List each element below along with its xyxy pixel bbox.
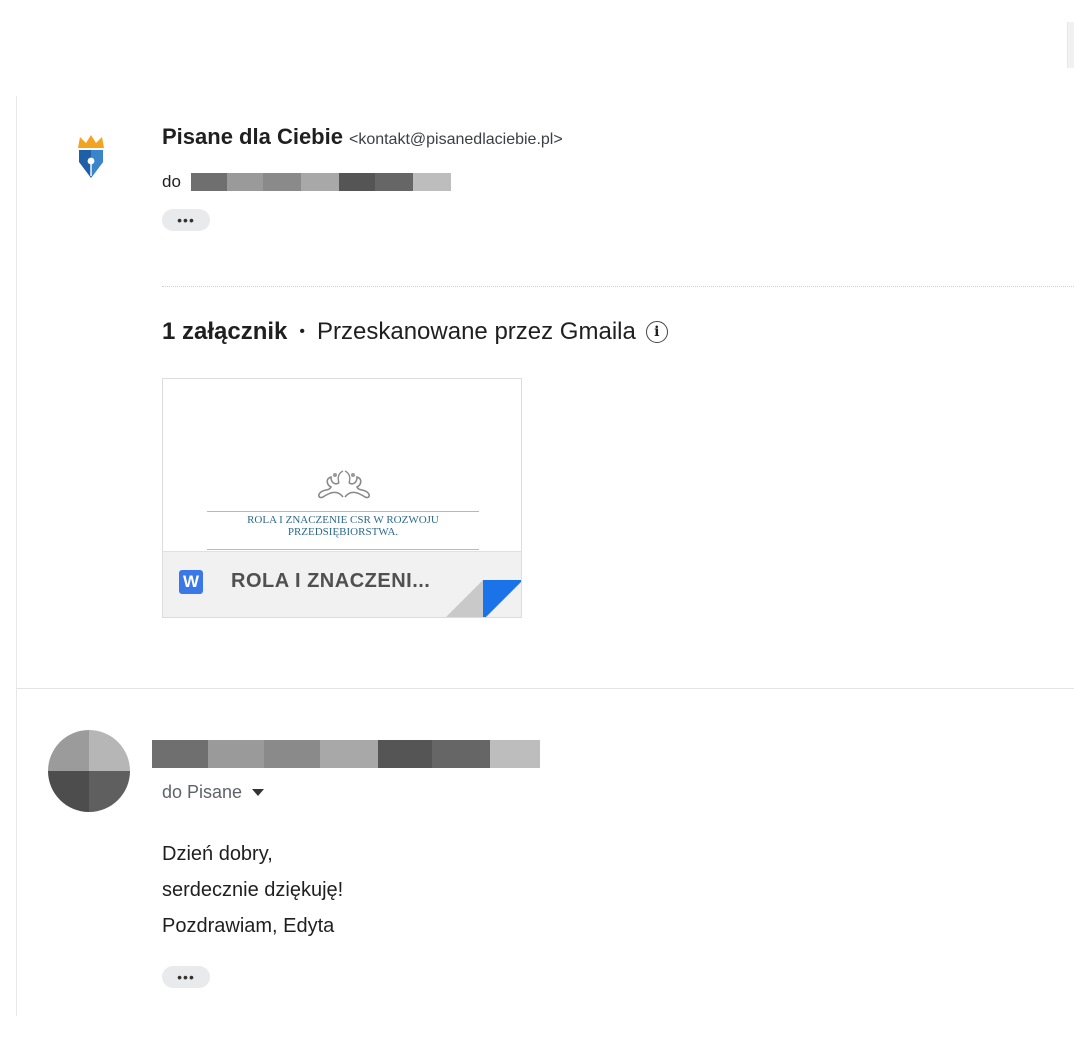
separator-dot: •	[299, 323, 306, 340]
message-separator	[16, 688, 1074, 689]
word-file-icon: W	[179, 570, 203, 594]
info-icon[interactable]: i	[645, 321, 668, 343]
attachments-separator	[162, 286, 1074, 287]
doc-rule-bottom	[207, 549, 479, 550]
message-body: Dzień dobry, serdecznie dziękuję! Pozdra…	[162, 836, 343, 944]
caret-down-icon	[252, 789, 265, 796]
recipient-label: do Pisane	[162, 782, 243, 802]
attachments-header: 1 załącznik • Przeskanowane przez Gmaila…	[162, 318, 668, 346]
body-line: Pozdrawiam, Edyta	[162, 915, 335, 937]
thread-left-rule	[16, 96, 17, 1016]
sender-email: <kontakt@pisanedlaciebie.pl>	[348, 131, 563, 148]
recipient-prefix: do	[162, 172, 181, 191]
attachment-count: 1 załącznik	[162, 318, 288, 345]
ornament-icon	[318, 470, 370, 499]
recipient-details-toggle[interactable]: do Pisane	[162, 782, 265, 803]
body-line: serdecznie dziękuję!	[162, 879, 344, 901]
attachment-footer: W ROLA I ZNACZENI...	[163, 551, 521, 617]
sender-logo-icon	[78, 135, 104, 178]
show-trimmed-content-button[interactable]: •••	[162, 966, 210, 988]
sender-name[interactable]: Pisane dla Ciebie	[162, 124, 343, 149]
doc-rule-top	[207, 511, 479, 512]
page-corner-icon	[446, 580, 521, 617]
sender-redacted	[152, 740, 540, 768]
attachment-preview: ROLA I ZNACZENIE CSR W ROZWOJU PRZEDSIĘB…	[163, 379, 521, 551]
doc-preview-title: ROLA I ZNACZENIE CSR W ROZWOJU PRZEDSIĘB…	[247, 514, 439, 538]
body-line: Dzień dobry,	[162, 843, 273, 865]
avatar[interactable]	[48, 730, 130, 812]
show-trimmed-content-button[interactable]: •••	[162, 209, 210, 231]
scan-label: Przeskanowane przez Gmaila	[317, 318, 636, 345]
attachment-file-name: ROLA I ZNACZENI...	[231, 570, 431, 592]
recipient-redacted	[190, 173, 451, 191]
attachment-card[interactable]: ROLA I ZNACZENIE CSR W ROZWOJU PRZEDSIĘB…	[162, 378, 522, 618]
recipient-line: do	[162, 172, 451, 192]
sender-header: Pisane dla Ciebie <kontakt@pisanedlaciebi…	[162, 124, 563, 150]
window-edge	[1067, 22, 1074, 68]
